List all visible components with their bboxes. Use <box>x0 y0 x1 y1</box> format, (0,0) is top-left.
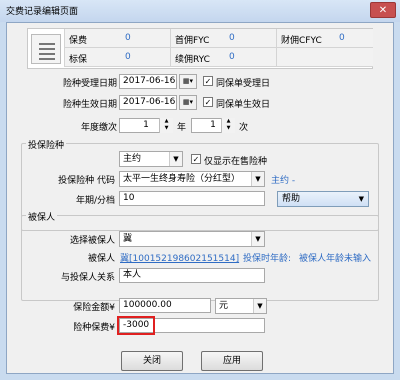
only-on-sale-checkbox[interactable]: ✓ <box>191 154 201 164</box>
summary-cell-fyc: 首佣FYC 0 <box>170 29 276 48</box>
period-input[interactable]: 10 <box>119 191 265 206</box>
main-rider-value: 主约 <box>123 154 142 164</box>
year-count-spinner[interactable]: ▲ ▼ <box>159 118 173 133</box>
currency-unit-select[interactable]: 元 ▼ <box>215 298 267 314</box>
choose-insured-value: 冀 <box>123 234 133 244</box>
accept-date-field[interactable]: 2017-06-16 <box>119 74 177 89</box>
year-unit-label: 年 <box>177 123 187 133</box>
same-accept-date-label: 同保单受理日 <box>216 79 271 89</box>
premium-summary: 保费 0 首佣FYC 0 财佣CFYC 0 标保 0 续佣RYC 0 <box>27 28 373 69</box>
choose-insured-label: 选择被保人 <box>69 236 115 246</box>
product-select[interactable]: 太平一生终身寿险（分红型） ▼ <box>119 171 265 187</box>
period-label: 年期/分档 <box>75 196 115 206</box>
choose-insured-select[interactable]: 冀 ▼ <box>119 231 265 247</box>
sum-insured-label: 保险金额¥ <box>73 303 115 313</box>
relation-field[interactable]: 本人 <box>119 268 265 283</box>
close-button[interactable]: 关闭 <box>121 351 183 371</box>
summary-cell-standard: 标保 0 <box>64 48 170 67</box>
product-value: 太平一生终身寿险（分红型） <box>123 174 241 184</box>
chevron-down-icon: ▼ <box>169 152 182 166</box>
insured-link[interactable]: 冀[100152198602151514] <box>120 251 239 264</box>
accept-date-label: 险种受理日期 <box>62 79 117 89</box>
effective-date-label: 险种生效日期 <box>62 100 117 110</box>
main-rider-select[interactable]: 主约 ▼ <box>119 151 183 167</box>
fyc-label: 首佣FYC <box>175 36 210 46</box>
cfyc-value: 0 <box>339 33 345 43</box>
chevron-down-icon: ▼ <box>251 172 264 186</box>
summary-cell-premium: 保费 0 <box>64 29 170 48</box>
chevron-down-icon: ▼ <box>251 232 264 246</box>
premium-label-field: 险种保费¥ <box>73 323 115 333</box>
premium-value: 0 <box>125 33 131 43</box>
premium-highlight-box <box>117 316 155 335</box>
cfyc-label: 财佣CFYC <box>281 36 322 46</box>
summary-cell-ryc: 续佣RYC 0 <box>170 48 276 67</box>
chevron-down-icon: ▼ <box>253 299 266 313</box>
standard-premium-value: 0 <box>125 52 131 62</box>
insured-label: 被保人 <box>87 254 115 264</box>
summary-cell-cfyc: 财佣CFYC 0 <box>276 29 373 48</box>
close-window-button[interactable]: ✕ <box>370 2 396 18</box>
standard-premium-label: 标保 <box>69 55 88 65</box>
product-code-label: 投保险种 代码 <box>58 176 115 186</box>
help-label: 帮助 <box>282 194 301 204</box>
dialog-body: 保费 0 首佣FYC 0 财佣CFYC 0 标保 0 续佣RYC 0 险种受理日… <box>6 22 394 374</box>
chevron-down-icon: ▼ <box>358 195 364 203</box>
same-effective-date-label: 同保单生效日 <box>216 100 271 110</box>
apply-button[interactable]: 应用 <box>201 351 263 371</box>
premium-label: 保费 <box>69 36 88 46</box>
times-count-spinner[interactable]: ▲ ▼ <box>221 118 235 133</box>
calendar-icon[interactable]: ▦▾ <box>179 95 197 110</box>
product-type-tag: 主约 - <box>271 176 296 186</box>
ryc-label: 续佣RYC <box>175 55 210 65</box>
relation-label: 与投保人关系 <box>60 273 115 283</box>
document-icon <box>31 34 61 64</box>
fyc-value: 0 <box>229 33 235 43</box>
only-on-sale-label: 仅显示在售险种 <box>204 157 268 167</box>
calendar-icon[interactable]: ▦▾ <box>179 74 197 89</box>
window-title: 交费记录编辑页面 <box>6 7 79 17</box>
same-effective-date-checkbox[interactable]: ✓ <box>203 97 213 107</box>
ryc-value: 0 <box>229 52 235 62</box>
insure-product-group-title: 投保险种 <box>26 138 67 151</box>
currency-unit-value: 元 <box>219 301 229 311</box>
age-at-insure-label: 投保时年龄: <box>243 254 292 264</box>
sum-insured-input[interactable]: 100000.00 <box>119 298 211 313</box>
summary-cell-empty <box>276 48 373 67</box>
insured-person-group-title: 被保人 <box>26 210 58 223</box>
times-unit-label: 次 <box>239 123 249 133</box>
effective-date-field[interactable]: 2017-06-16 <box>119 95 177 110</box>
help-button[interactable]: 帮助 ▼ <box>277 191 369 207</box>
same-accept-date-checkbox[interactable]: ✓ <box>203 76 213 86</box>
title-bar: 交费记录编辑页面 ✕ <box>0 0 400 22</box>
insured-age-status: 被保人年龄未输入 <box>299 254 372 264</box>
pay-count-label: 年度缴次 <box>80 123 117 133</box>
